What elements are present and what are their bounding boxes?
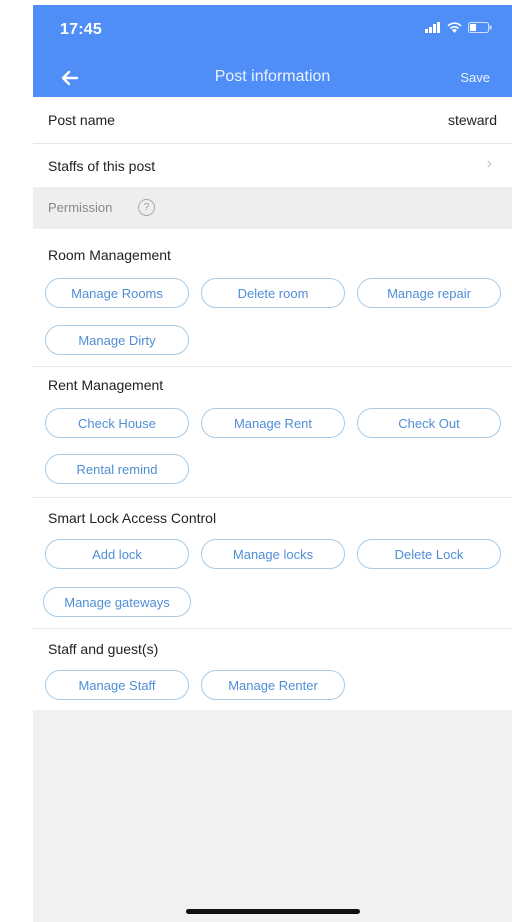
home-indicator[interactable] — [186, 909, 360, 914]
chip-check-out[interactable]: Check Out — [357, 408, 501, 438]
status-icons — [425, 22, 492, 33]
chip-manage-rooms[interactable]: Manage Rooms — [45, 278, 189, 308]
battery-icon — [468, 22, 492, 33]
empty-area — [33, 710, 512, 922]
chip-manage-rent[interactable]: Manage Rent — [201, 408, 345, 438]
chip-manage-dirty[interactable]: Manage Dirty — [45, 325, 189, 355]
divider — [33, 366, 512, 367]
header-bar: 17:45 Post information Save — [33, 5, 512, 97]
post-name-row[interactable]: Post name steward — [33, 97, 512, 144]
staffs-row[interactable]: Staffs of this post › — [33, 144, 512, 187]
chip-manage-gateways[interactable]: Manage gateways — [43, 587, 191, 617]
help-icon[interactable]: ? — [138, 199, 155, 216]
divider — [33, 628, 512, 629]
chip-rental-remind[interactable]: Rental remind — [45, 454, 189, 484]
staffs-label: Staffs of this post — [48, 158, 156, 174]
chip-add-lock[interactable]: Add lock — [45, 539, 189, 569]
post-name-label: Post name — [48, 112, 115, 128]
section-title-room: Room Management — [48, 247, 171, 263]
permission-header: Permission ? — [33, 187, 512, 229]
phone-screen: 17:45 Post information Save Post name st… — [33, 5, 512, 922]
signal-icon — [425, 22, 440, 33]
chip-manage-locks[interactable]: Manage locks — [201, 539, 345, 569]
permission-label: Permission — [48, 200, 113, 215]
section-title-smart-lock: Smart Lock Access Control — [48, 510, 217, 526]
post-name-value[interactable]: steward — [448, 112, 497, 128]
chip-delete-lock[interactable]: Delete Lock — [357, 539, 501, 569]
chevron-right-icon: › — [486, 155, 492, 172]
divider — [33, 497, 512, 498]
section-title-rent: Rent Management — [48, 377, 164, 393]
page-title: Post information — [214, 68, 331, 85]
section-title-staff-guest: Staff and guest(s) — [48, 641, 159, 657]
chip-delete-room[interactable]: Delete room — [201, 278, 345, 308]
chip-check-house[interactable]: Check House — [45, 408, 189, 438]
chip-manage-repair[interactable]: Manage repair — [357, 278, 501, 308]
wifi-icon — [447, 22, 462, 33]
chip-manage-staff[interactable]: Manage Staff — [45, 670, 189, 700]
status-time: 17:45 — [60, 21, 102, 38]
save-button[interactable]: Save — [460, 70, 490, 85]
navigation-bar: Post information Save — [33, 61, 512, 97]
chip-manage-renter[interactable]: Manage Renter — [201, 670, 345, 700]
